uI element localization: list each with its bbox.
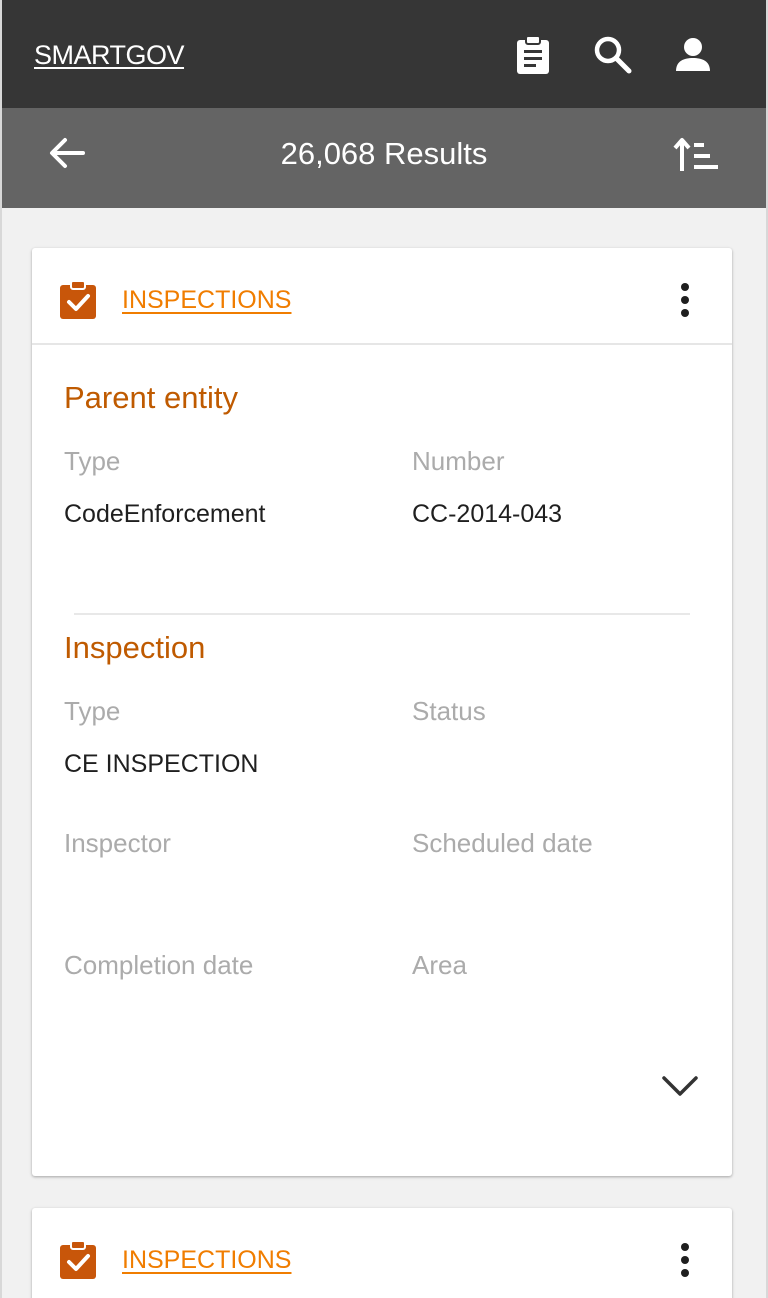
results-count: 26,068 Results	[280, 136, 488, 171]
field-label-inspector: Inspector	[64, 828, 171, 858]
result-card: INSPECTIONS	[32, 1208, 732, 1298]
clipboard-check-icon	[60, 1240, 96, 1279]
field-value-parent-type: CodeEnforcement	[64, 500, 266, 528]
field-label-status: Status	[412, 696, 486, 726]
field-label-parent-type: Type	[64, 446, 121, 476]
section-divider	[74, 613, 690, 615]
sort-button[interactable]	[670, 130, 722, 180]
field-label-scheduled-date: Scheduled date	[412, 828, 593, 858]
section-title-inspection: Inspection	[64, 630, 206, 665]
clipboard-check-icon	[60, 280, 96, 319]
search-icon[interactable]	[592, 34, 634, 76]
more-vert-icon[interactable]	[668, 278, 702, 322]
result-card: INSPECTIONS Parent entity Type Number Co…	[32, 248, 732, 1176]
field-label-parent-number: Number	[412, 446, 505, 476]
card-header: INSPECTIONS	[32, 248, 732, 345]
field-value-inspection-type: CE INSPECTION	[64, 750, 259, 778]
frame-edge-left	[0, 0, 2, 1298]
section-title-parent-entity: Parent entity	[64, 380, 239, 415]
card-header: INSPECTIONS	[32, 1208, 732, 1298]
chevron-down-icon	[662, 1076, 698, 1096]
sort-icon	[673, 138, 718, 171]
field-value-parent-number: CC-2014-043	[412, 500, 563, 528]
brand-logo-link[interactable]: SMARTGOV	[34, 40, 185, 71]
account-icon[interactable]	[672, 34, 714, 76]
field-label-inspection-type: Type	[64, 696, 121, 726]
card-type-link[interactable]: INSPECTIONS	[122, 286, 291, 315]
card-type-link[interactable]: INSPECTIONS	[122, 1246, 291, 1275]
expand-button[interactable]	[658, 1064, 702, 1108]
field-label-completion-date: Completion date	[64, 950, 254, 980]
field-label-area: Area	[412, 950, 467, 980]
app-root: SMARTGOV 26,068 Results INSPECTIONS Pare…	[0, 0, 768, 1298]
clipboard-icon[interactable]	[512, 34, 554, 76]
more-vert-icon[interactable]	[668, 1238, 702, 1282]
